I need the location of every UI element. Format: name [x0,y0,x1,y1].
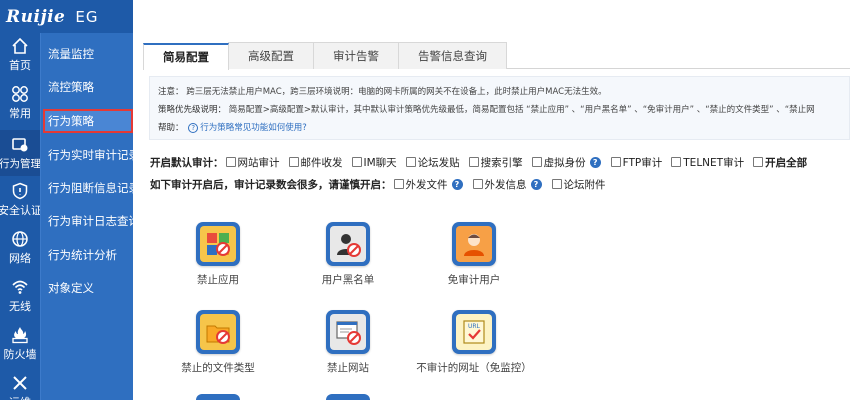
tab-advanced-config[interactable]: 高级配置 [228,42,314,69]
tile-partial[interactable] [326,394,370,400]
help-icon[interactable]: ? [530,178,542,190]
checkbox-im-chat[interactable]: IM聊天 [351,155,397,170]
tile-partial[interactable] [196,394,240,400]
wifi-icon [11,278,29,296]
heavy-audit-row: 如下审计开启后，审计记录数会很多，请谨慎开启： 外发文件 ? 外发信息 ? 论坛… [150,176,615,192]
no-audit-url-icon: URL [456,314,492,350]
checkbox-outgoing-file[interactable]: 外发文件 [393,177,448,192]
grid-icon [11,85,29,103]
tab-alarm-query[interactable]: 告警信息查询 [398,42,507,69]
rail-item-firewall[interactable]: 防火墙 [0,322,40,366]
submenu-item-traffic-monitor[interactable]: 流量监控 [43,42,133,66]
checkbox-mail[interactable]: 邮件收发 [288,155,343,170]
rail-item-wireless[interactable]: 无线 [0,274,40,318]
tile-exempt-user[interactable]: 免审计用户 [419,222,529,287]
help-icon: ? [188,122,199,133]
rail-label: 安全认证 [0,204,42,217]
firewall-icon [11,326,29,344]
submenu-item-statistics[interactable]: 行为统计分析 [43,243,133,267]
submenu-item-audit-log[interactable]: 行为审计日志查询 [43,209,133,233]
rail-label: 网络 [9,252,31,265]
shield-icon [11,182,29,200]
submenu-item-behavior-policy[interactable]: 行为策略 [43,109,133,133]
help-icon[interactable]: ? [589,156,601,168]
priority-line: 策略优先级说明： 简易配置>高级配置>默认审计，其中默认审计策略优先级最低，简易… [158,105,815,115]
product-name: EG [75,7,99,26]
checkbox-outgoing-info[interactable]: 外发信息 [472,177,527,192]
rail-label: 运维 [9,396,31,409]
tile-forbid-filetype[interactable]: 禁止的文件类型 [163,310,273,375]
tile-forbid-website[interactable]: 禁止网站 [293,310,403,375]
rail-label: 无线 [9,300,31,313]
sub-menu: 流量监控 流控策略 行为策略 行为实时审计记录 行为阻断信息记录 行为审计日志查… [40,33,133,400]
forbid-website-icon [330,314,366,350]
rail-label: 常用 [9,107,31,120]
checkbox-telnet-audit[interactable]: TELNET审计 [671,155,744,170]
forbid-app-icon [200,226,236,262]
help-link[interactable]: 行为策略常见功能如何使用? [200,123,307,133]
rail-item-security[interactable]: 安全认证 [0,178,42,222]
submenu-item-block-records[interactable]: 行为阻断信息记录 [43,176,133,200]
rail-item-network[interactable]: 网络 [0,226,40,270]
forbid-filetype-icon [200,314,236,350]
nav-rail: 首页 常用 行为管理 安全认证 网络 无线 防火墙 运维 [0,0,42,409]
brand-logo: Ruijie [6,6,66,27]
tile-forbid-app[interactable]: 禁止应用 [163,222,273,287]
checkbox-enable-all[interactable]: 开启全部 [753,155,807,170]
main-content: 简易配置 高级配置 审计告警 告警信息查询 注意： 跨三层无法禁止用户MAC，跨… [133,0,850,400]
checkbox-ftp-audit[interactable]: FTP审计 [610,155,662,170]
rail-label: 行为管理 [0,157,41,170]
submenu-item-object-define[interactable]: 对象定义 [43,276,133,300]
brand-header: Ruijie EG [0,0,133,33]
notice-line: 注意： 跨三层无法禁止用户MAC，跨三层环境说明：电脑的网卡所属的网关不在设备上… [158,87,607,97]
tab-simple-config[interactable]: 简易配置 [143,43,229,70]
behavior-icon [11,136,29,154]
notice-panel: 注意： 跨三层无法禁止用户MAC，跨三层环境说明：电脑的网卡所属的网关不在设备上… [149,76,850,140]
heavy-audit-label: 如下审计开启后，审计记录数会很多，请谨慎开启： [150,178,392,191]
submenu-item-realtime-audit[interactable]: 行为实时审计记录 [43,143,133,167]
tab-audit-alarm[interactable]: 审计告警 [313,42,399,69]
checkbox-virtual-identity[interactable]: 虚拟身份 [531,155,586,170]
svg-text:URL: URL [468,323,481,330]
rail-label: 首页 [9,59,31,72]
globe-icon [11,230,29,248]
help-icon[interactable]: ? [451,178,463,190]
checkbox-forum-post[interactable]: 论坛发贴 [405,155,460,170]
submenu-item-flow-policy[interactable]: 流控策略 [43,75,133,99]
help-line: 帮助： ? 行为策略常见功能如何使用? [158,122,307,133]
rail-item-common[interactable]: 常用 [0,81,40,125]
rail-label: 防火墙 [3,348,37,361]
user-blacklist-icon [330,226,366,262]
home-icon [11,37,29,55]
rail-item-ops[interactable]: 运维 [0,370,40,414]
rail-item-behavior[interactable]: 行为管理 [0,130,41,176]
checkbox-website-audit[interactable]: 网站审计 [225,155,280,170]
default-audit-label: 开启默认审计： [150,156,224,169]
tab-bar: 简易配置 高级配置 审计告警 告警信息查询 [143,42,850,70]
tile-user-blacklist[interactable]: 用户黑名单 [293,222,403,287]
tile-no-audit-url[interactable]: URL 不审计的网址（免监控） [403,310,545,375]
checkbox-search-engine[interactable]: 搜索引擎 [468,155,523,170]
rail-item-home[interactable]: 首页 [0,33,40,77]
tools-icon [11,374,29,392]
checkbox-forum-attachment[interactable]: 论坛附件 [551,177,606,192]
exempt-user-icon [456,226,492,262]
default-audit-row: 开启默认审计： 网站审计 邮件收发 IM聊天 论坛发贴 搜索引擎 虚拟身份 ? … [150,154,816,170]
